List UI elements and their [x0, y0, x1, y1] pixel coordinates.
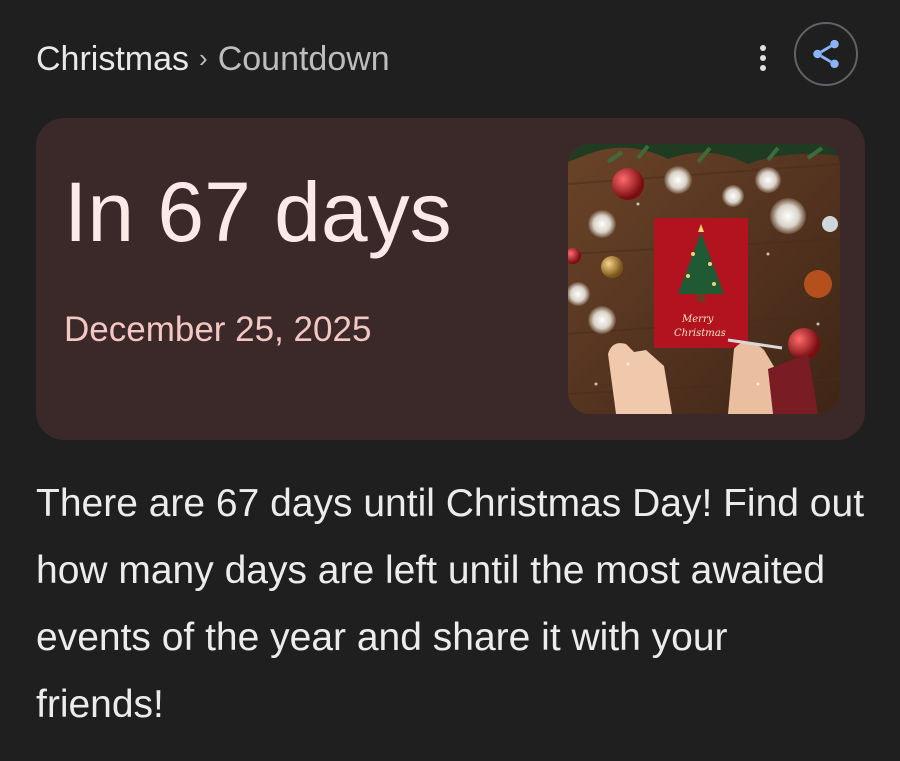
share-button[interactable] [794, 22, 858, 86]
breadcrumb-christmas[interactable]: Christmas [36, 40, 189, 78]
svg-text:Merry: Merry [681, 314, 714, 325]
countdown-title: In 67 days [64, 165, 452, 259]
christmas-card-photo[interactable]: Merry Christmas [568, 144, 840, 414]
event-date: December 25, 2025 [64, 310, 372, 349]
header: Christmas › Countdown [36, 22, 864, 86]
breadcrumb: Christmas › Countdown [36, 36, 390, 84]
breadcrumb-countdown[interactable]: Countdown [218, 40, 390, 78]
svg-text:Christmas: Christmas [674, 328, 726, 339]
more-vert-icon-dot [760, 55, 766, 61]
more-options-button[interactable] [748, 40, 778, 76]
countdown-description: There are 67 days until Christmas Day! F… [36, 482, 865, 726]
more-vert-icon [760, 45, 766, 51]
share-icon [813, 39, 839, 69]
more-vert-icon-dot [760, 65, 766, 71]
christmas-photo-illustration: Merry Christmas [568, 144, 840, 414]
breadcrumb-separator: › [199, 43, 208, 73]
countdown-card: In 67 days December 25, 2025 Merry Chris… [36, 118, 865, 440]
